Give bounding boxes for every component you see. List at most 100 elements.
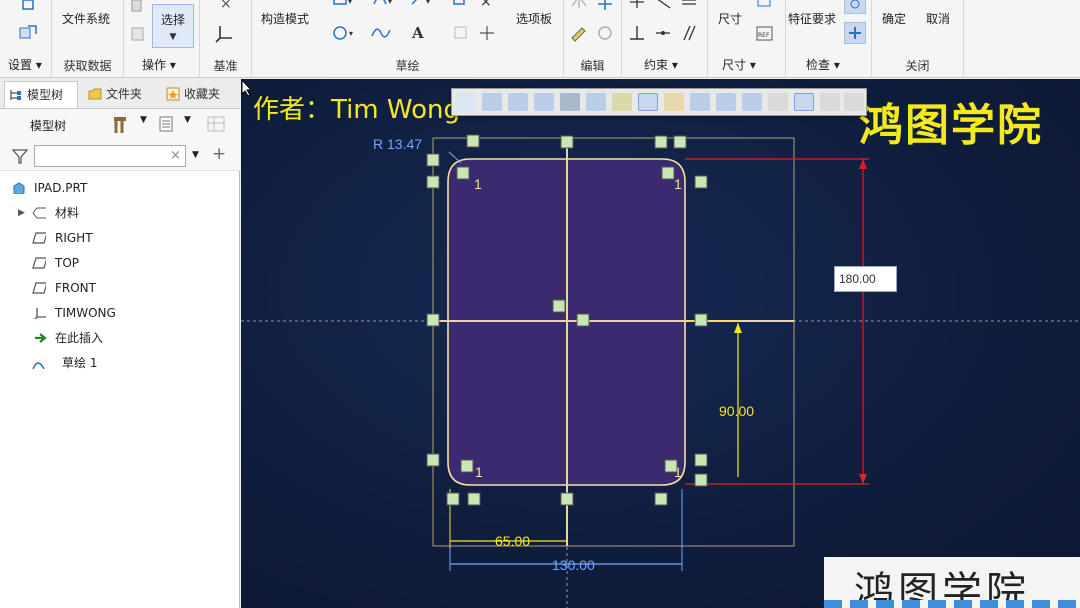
width-dimension[interactable]: 130.00 bbox=[552, 557, 595, 573]
constraint-badge[interactable] bbox=[664, 459, 678, 473]
repaint-icon[interactable] bbox=[534, 93, 554, 111]
tree-columns-icon[interactable] bbox=[206, 115, 228, 135]
palette-button[interactable]: 选项板 bbox=[516, 10, 552, 27]
filter-icon[interactable] bbox=[12, 149, 28, 165]
modify-icon[interactable] bbox=[570, 24, 588, 42]
operations-menu[interactable]: 操作 ▾ bbox=[142, 56, 176, 73]
spin-center-icon[interactable] bbox=[690, 93, 710, 111]
constraint-badge[interactable] bbox=[466, 134, 480, 148]
tree-settings-dropdown[interactable]: ▼ bbox=[140, 115, 147, 125]
perimeter-icon[interactable] bbox=[756, 0, 774, 10]
reference-dimension-icon[interactable]: REF bbox=[756, 26, 774, 42]
show-dropdown[interactable]: ▼ bbox=[184, 115, 191, 125]
parallel-constraint-icon[interactable] bbox=[680, 24, 698, 42]
display-style-icon[interactable] bbox=[560, 93, 580, 111]
saved-orientations-icon[interactable] bbox=[586, 93, 606, 111]
sketch-setup-icon[interactable] bbox=[20, 0, 36, 12]
graphics-window[interactable]: R 13.47 1 1 1 1 90.00 65.00 130.00 作者：Ti… bbox=[241, 79, 1080, 608]
perspective-icon[interactable] bbox=[742, 93, 762, 111]
perpendicular-constraint-icon[interactable] bbox=[628, 24, 646, 42]
tab-favorites[interactable]: 收藏夹 bbox=[162, 81, 234, 108]
divide-icon[interactable] bbox=[596, 0, 614, 10]
half-height-dimension[interactable]: 90.00 bbox=[719, 403, 754, 419]
disp-dims-icon[interactable] bbox=[768, 93, 788, 111]
vertical-constraint-icon[interactable] bbox=[628, 0, 646, 10]
height-dimension-input[interactable]: 180.00 bbox=[834, 266, 897, 292]
tab-folder-browser[interactable]: 文件夹 bbox=[84, 81, 156, 108]
radius-dimension[interactable]: R 13.47 bbox=[373, 136, 422, 152]
file-system-button[interactable]: 文件系统 bbox=[62, 10, 110, 27]
tree-item-material[interactable]: ▶ 材料 bbox=[0, 201, 230, 225]
text-icon[interactable]: A bbox=[412, 24, 424, 42]
constraint-badge[interactable] bbox=[560, 135, 574, 149]
view-manager-icon[interactable] bbox=[612, 93, 632, 111]
tab-model-tree[interactable]: 模型树 bbox=[4, 81, 78, 108]
constraint-badge[interactable] bbox=[694, 453, 708, 467]
constrain-menu[interactable]: 约束 ▾ bbox=[644, 56, 678, 73]
constraint-badge[interactable] bbox=[560, 492, 574, 506]
dimension-menu[interactable]: 尺寸 ▾ bbox=[722, 56, 756, 73]
constraint-badge[interactable] bbox=[467, 492, 481, 506]
constraint-badge[interactable] bbox=[460, 459, 474, 473]
tree-item-insert-here[interactable]: 在此插入 bbox=[0, 326, 230, 350]
constraint-badge[interactable] bbox=[694, 313, 708, 327]
constraint-badge[interactable] bbox=[552, 299, 566, 313]
constraint-badge[interactable] bbox=[694, 175, 708, 189]
feature-requirements-button[interactable]: 特征要求 bbox=[788, 10, 836, 27]
cancel-button[interactable]: 取消 bbox=[926, 10, 950, 27]
constraint-badge[interactable] bbox=[426, 153, 440, 167]
constraint-badge[interactable] bbox=[661, 166, 675, 180]
zoom-in-icon[interactable] bbox=[482, 93, 502, 111]
disp-vertices-icon[interactable] bbox=[820, 93, 840, 111]
coordinate-system-icon[interactable] bbox=[214, 24, 236, 44]
arc-icon[interactable]: ▾ bbox=[372, 0, 394, 10]
copy-icon[interactable] bbox=[130, 0, 146, 14]
overlapping-geometry-icon[interactable] bbox=[844, 0, 866, 14]
spline-icon[interactable] bbox=[370, 24, 392, 42]
dimension-button[interactable]: 尺寸 bbox=[718, 10, 742, 27]
setup-menu[interactable]: 设置 ▾ bbox=[8, 56, 42, 73]
inspect-menu[interactable]: 检查 ▾ bbox=[806, 56, 840, 73]
offset-icon[interactable] bbox=[452, 0, 468, 10]
constraint-badge[interactable] bbox=[456, 166, 470, 180]
constraint-badge[interactable] bbox=[576, 313, 590, 327]
datum-display-icon[interactable] bbox=[664, 93, 684, 111]
rotate-resize-icon[interactable] bbox=[596, 24, 614, 42]
mirror-icon[interactable] bbox=[570, 0, 588, 10]
select-button[interactable]: 选择 ▼ bbox=[152, 4, 194, 48]
annotation-display-icon[interactable] bbox=[716, 93, 736, 111]
clear-search-icon[interactable]: × bbox=[170, 148, 181, 163]
ok-button[interactable]: 确定 bbox=[882, 10, 906, 27]
tree-item-top[interactable]: TOP bbox=[0, 251, 230, 275]
tree-settings-icon[interactable] bbox=[112, 115, 134, 135]
constraint-badge[interactable] bbox=[654, 492, 668, 506]
midpoint-constraint-icon[interactable] bbox=[654, 24, 672, 42]
tree-item-front[interactable]: FRONT bbox=[0, 276, 230, 300]
axis-point-icon[interactable] bbox=[478, 24, 496, 42]
tree-search-input[interactable] bbox=[34, 145, 186, 167]
line-icon[interactable]: ▾ bbox=[410, 0, 432, 10]
add-filter-icon[interactable]: + bbox=[212, 144, 226, 164]
paste-icon[interactable] bbox=[130, 26, 146, 42]
constraint-badge[interactable] bbox=[426, 313, 440, 327]
tree-item-right[interactable]: RIGHT bbox=[0, 226, 230, 250]
zoom-out-icon[interactable] bbox=[508, 93, 528, 111]
rectangle-icon[interactable]: ▾ bbox=[332, 0, 354, 10]
tree-item-csys[interactable]: TIMWONG bbox=[0, 301, 230, 325]
constraint-badge[interactable] bbox=[673, 135, 687, 149]
sketch-canvas[interactable]: R 13.47 1 1 1 1 90.00 65.00 130.00 bbox=[241, 79, 1080, 608]
disp-constraints-icon[interactable] bbox=[794, 93, 814, 111]
expand-arrow-icon[interactable]: ▶ bbox=[18, 201, 25, 225]
constraint-badge[interactable] bbox=[654, 135, 668, 149]
reference-icon[interactable] bbox=[18, 24, 38, 42]
x-point-icon[interactable]: × bbox=[480, 0, 492, 10]
half-width-dimension[interactable]: 65.00 bbox=[495, 533, 530, 549]
show-icon[interactable] bbox=[158, 115, 176, 133]
constraint-badge[interactable] bbox=[426, 175, 440, 189]
tree-item-sketch[interactable]: * 草绘 1 bbox=[0, 351, 230, 375]
construction-mode-button[interactable]: 构造模式 bbox=[261, 10, 309, 27]
search-dropdown[interactable]: ▼ bbox=[192, 150, 199, 160]
circle-icon[interactable]: ▾ bbox=[332, 24, 358, 42]
equal-constraint-icon[interactable] bbox=[680, 0, 698, 10]
sketch-view-icon[interactable] bbox=[638, 93, 658, 111]
